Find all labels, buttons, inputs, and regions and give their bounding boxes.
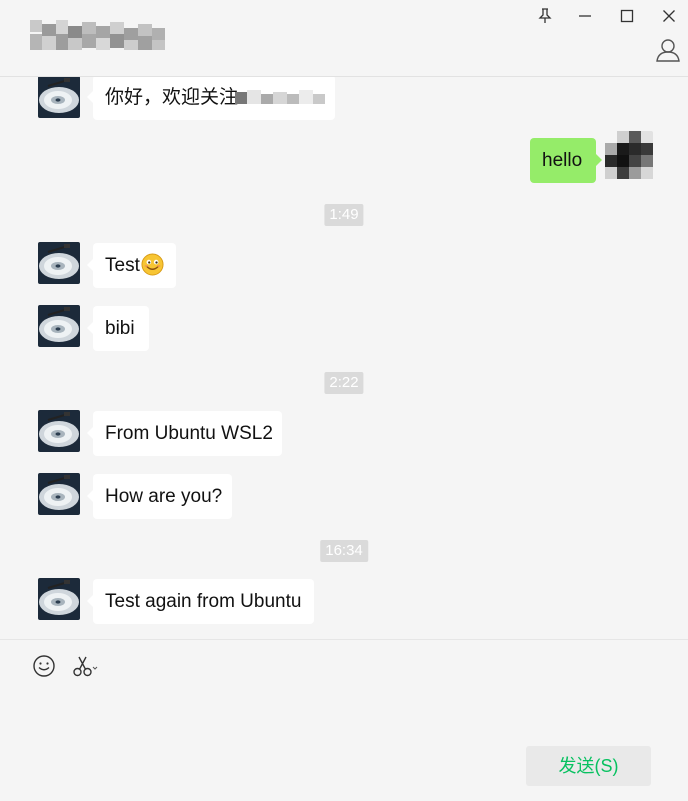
close-button[interactable] [658, 6, 680, 26]
scissors-icon [73, 656, 98, 677]
timestamp: 16:34 [320, 540, 368, 562]
contact-avatar[interactable] [38, 305, 80, 347]
chat-info-button[interactable] [654, 36, 682, 64]
hurricane-avatar-image [38, 473, 80, 515]
my-avatar-redacted[interactable] [605, 131, 653, 183]
message-bubble-in[interactable]: From Ubuntu WSL2 [87, 411, 282, 456]
message-bubble-in[interactable]: bibi [87, 306, 149, 351]
contact-avatar[interactable] [38, 77, 80, 118]
timestamp: 1:49 [324, 204, 364, 226]
contact-avatar[interactable] [38, 578, 80, 620]
emoji-button[interactable] [32, 654, 56, 678]
message-text: From Ubuntu WSL2 [105, 423, 273, 444]
compose-area[interactable]: 发送(S) [0, 639, 688, 801]
smile-emoji-icon [141, 253, 164, 276]
hurricane-avatar-image [38, 305, 80, 347]
redacted-text [235, 88, 331, 108]
message-bubble-in[interactable]: How are you? [87, 474, 232, 519]
message-row: hello [0, 131, 688, 187]
message-text: hello [542, 150, 583, 171]
screenshot-button[interactable] [72, 654, 98, 678]
message-row: bibi [0, 305, 688, 353]
send-button[interactable]: 发送(S) [526, 746, 651, 786]
contact-avatar[interactable] [38, 473, 80, 515]
maximize-icon [620, 9, 634, 23]
message-row: Test [0, 242, 688, 290]
hurricane-avatar-image [38, 77, 80, 118]
message-text: Test [105, 255, 140, 276]
message-row: Test again from Ubuntu [0, 578, 688, 626]
chat-title-redacted [30, 20, 165, 52]
message-list[interactable]: 你好，欢迎关注 hello 1:49 Test bibi 2:22 From U… [0, 77, 688, 639]
smile-icon [33, 655, 55, 677]
pin-button[interactable] [534, 6, 556, 26]
message-row: How are you? [0, 473, 688, 521]
title-bar [0, 0, 688, 77]
message-bubble-in[interactable]: 你好，欢迎关注 [87, 77, 335, 120]
person-icon [656, 39, 680, 62]
close-icon [663, 10, 675, 22]
message-bubble-in[interactable]: Test [87, 243, 176, 288]
message-text: 你好，欢迎关注 [105, 87, 239, 108]
hurricane-avatar-image [38, 242, 80, 284]
hurricane-avatar-image [38, 578, 80, 620]
hurricane-avatar-image [38, 410, 80, 452]
message-bubble-in[interactable]: Test again from Ubuntu [87, 579, 314, 624]
timestamp: 2:22 [324, 372, 364, 394]
contact-avatar[interactable] [38, 410, 80, 452]
minimize-icon [579, 15, 591, 17]
message-row: From Ubuntu WSL2 [0, 410, 688, 458]
message-bubble-out[interactable]: hello [530, 138, 602, 183]
minimize-button[interactable] [574, 6, 596, 26]
message-text: How are you? [105, 486, 223, 507]
message-text: bibi [105, 318, 135, 339]
contact-avatar[interactable] [38, 242, 80, 284]
message-row: 你好，欢迎关注 [0, 77, 688, 125]
pin-icon [538, 8, 552, 23]
maximize-button[interactable] [616, 6, 638, 26]
message-text: Test again from Ubuntu [105, 591, 302, 612]
